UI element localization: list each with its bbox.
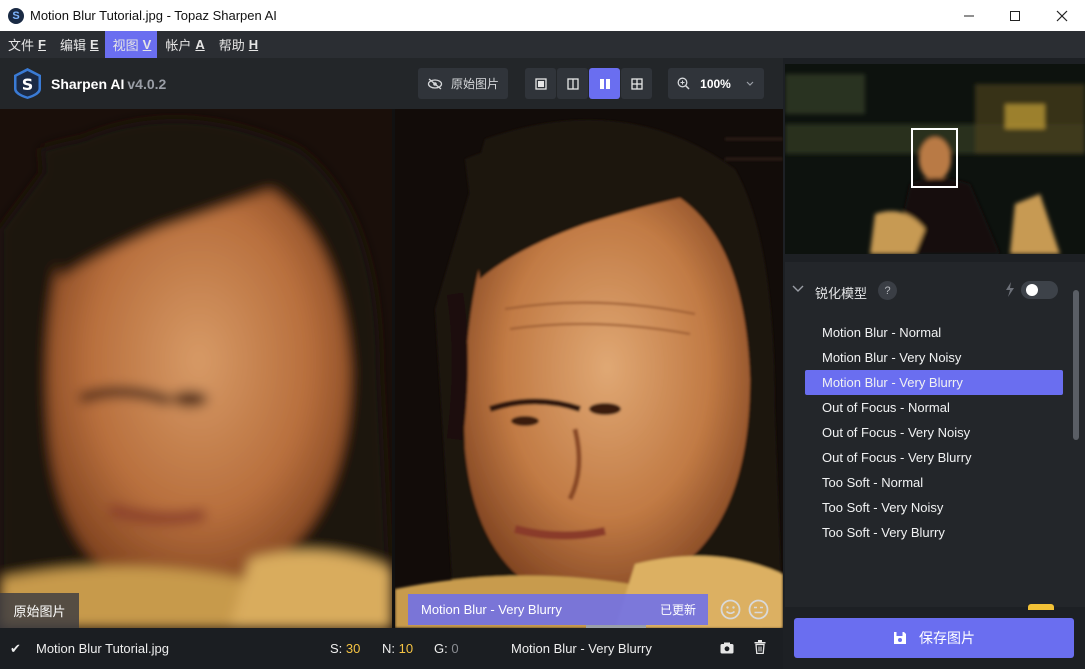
menu-help[interactable]: 帮助 H bbox=[211, 31, 264, 58]
navigator-viewport-box[interactable] bbox=[911, 128, 958, 188]
eye-off-icon bbox=[427, 78, 443, 89]
status-model: Motion Blur - Very Blurry bbox=[511, 641, 652, 656]
original-image-pane[interactable] bbox=[0, 109, 392, 628]
model-item[interactable]: Too Soft - Very Blurry bbox=[805, 520, 1063, 545]
show-original-button[interactable]: 原始图片 bbox=[418, 68, 508, 99]
zoom-value: 100% bbox=[700, 76, 731, 91]
single-view-icon[interactable] bbox=[525, 68, 556, 99]
title-bar: S Motion Blur Tutorial.jpg - Topaz Sharp… bbox=[0, 0, 1085, 31]
original-image-label: 原始图片 bbox=[0, 593, 79, 628]
close-icon[interactable] bbox=[1039, 0, 1085, 31]
sharpen-model-section-header[interactable]: 锐化模型 ? bbox=[785, 276, 1075, 304]
quad-view-icon[interactable] bbox=[621, 68, 652, 99]
menu-file[interactable]: 文件 F bbox=[0, 31, 52, 58]
grain-stat: G: 0 bbox=[434, 641, 459, 656]
smile-feedback-icon[interactable] bbox=[720, 599, 741, 620]
menu-account[interactable]: 帐户 A bbox=[157, 31, 210, 58]
banner-model-name: Motion Blur - Very Blurry bbox=[421, 602, 562, 617]
model-list: Motion Blur - Normal Motion Blur - Very … bbox=[805, 320, 1063, 545]
toolbar: S Sharpen AI v4.0.2 原始图片 100% bbox=[0, 58, 783, 109]
auto-toggle[interactable] bbox=[1021, 281, 1058, 299]
original-photo bbox=[0, 109, 392, 628]
side-by-side-view-icon[interactable] bbox=[589, 68, 620, 99]
show-original-label: 原始图片 bbox=[450, 77, 499, 91]
settings-panel: 锐化模型 ? Motion Blur - Normal Motion Blur … bbox=[785, 262, 1085, 607]
trash-icon[interactable] bbox=[754, 640, 766, 654]
floppy-disk-icon bbox=[894, 632, 906, 644]
app-window: S Motion Blur Tutorial.jpg - Topaz Sharp… bbox=[0, 0, 1085, 669]
menu-bar: 文件 F 编辑 E 视图 V 帐户 A 帮助 H bbox=[0, 31, 1085, 58]
model-item[interactable]: Out of Focus - Normal bbox=[805, 395, 1063, 420]
model-item-selected[interactable]: Motion Blur - Very Blurry bbox=[805, 370, 1063, 395]
zoom-dropdown[interactable]: 100% bbox=[668, 68, 764, 99]
save-image-button[interactable]: 保存图片 bbox=[794, 618, 1074, 658]
sharpen-stat: S: 30 bbox=[330, 641, 361, 656]
menu-view[interactable]: 视图 V bbox=[104, 31, 158, 58]
model-item[interactable]: Too Soft - Normal bbox=[805, 470, 1063, 495]
model-item[interactable]: Motion Blur - Very Noisy bbox=[805, 345, 1063, 370]
noise-stat: N: 10 bbox=[382, 641, 414, 656]
window-title: Motion Blur Tutorial.jpg - Topaz Sharpen… bbox=[30, 8, 277, 23]
updated-status: 已更新 bbox=[659, 603, 696, 617]
sharpened-photo bbox=[395, 109, 783, 628]
status-filename: Motion Blur Tutorial.jpg bbox=[36, 641, 169, 656]
save-image-label: 保存图片 bbox=[919, 630, 975, 646]
section-title: 锐化模型 bbox=[815, 286, 868, 301]
zoom-icon bbox=[677, 77, 690, 90]
model-item[interactable]: Out of Focus - Very Noisy bbox=[805, 420, 1063, 445]
check-icon: ✔ bbox=[10, 641, 21, 656]
svg-text:S: S bbox=[22, 75, 34, 94]
navigator-thumbnail[interactable] bbox=[785, 64, 1085, 254]
status-bar: ✔ Motion Blur Tutorial.jpg S: 30 N: 10 G… bbox=[0, 628, 783, 669]
camera-icon[interactable] bbox=[720, 642, 734, 654]
toggle-knob bbox=[1026, 284, 1038, 296]
lightning-icon bbox=[1006, 282, 1014, 297]
menu-edit[interactable]: 编辑 E bbox=[52, 31, 105, 58]
sharpened-image-pane[interactable] bbox=[395, 109, 783, 628]
brand-name: Sharpen AI v4.0.2 bbox=[51, 76, 167, 92]
chevron-down-icon[interactable] bbox=[792, 285, 804, 293]
model-result-banner: Motion Blur - Very Blurry 已更新 bbox=[408, 594, 708, 625]
chevron-down-icon bbox=[746, 81, 754, 86]
model-item[interactable]: Motion Blur - Normal bbox=[805, 320, 1063, 345]
panel-scrollbar[interactable] bbox=[1073, 290, 1079, 440]
sharpen-logo-icon: S bbox=[14, 68, 41, 99]
model-item[interactable]: Out of Focus - Very Blurry bbox=[805, 445, 1063, 470]
app-logo-icon: S bbox=[8, 7, 24, 24]
help-icon[interactable]: ? bbox=[878, 281, 897, 300]
split-view-icon[interactable] bbox=[557, 68, 588, 99]
minimize-icon[interactable] bbox=[946, 0, 992, 31]
maximize-icon[interactable] bbox=[992, 0, 1038, 31]
panel-tab-indicator bbox=[1028, 604, 1054, 610]
neutral-feedback-icon[interactable] bbox=[748, 599, 769, 620]
model-item[interactable]: Too Soft - Very Noisy bbox=[805, 495, 1063, 520]
